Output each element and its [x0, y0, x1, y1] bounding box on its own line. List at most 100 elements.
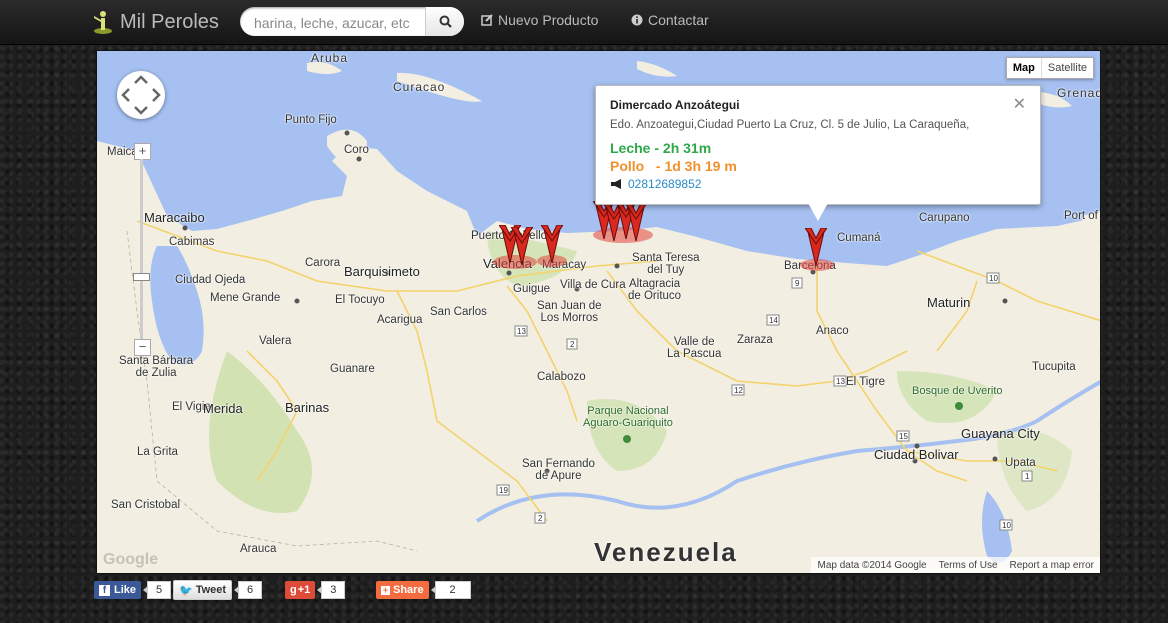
map-type-map-button[interactable]: Map	[1007, 58, 1042, 78]
map-label: San Fernando de Apure	[522, 458, 595, 482]
nav-nuevo-producto[interactable]: Nuevo Producto	[481, 12, 598, 28]
close-icon[interactable]: ✕	[1013, 94, 1026, 114]
map-label: Arauca	[240, 543, 277, 555]
share-label: Share	[393, 584, 424, 596]
share-icon: +	[381, 585, 390, 595]
map-label: Anaco	[816, 325, 849, 337]
map-label: Aruba	[311, 51, 349, 65]
map-label: Maracaibo	[144, 210, 205, 225]
search-icon	[439, 15, 452, 28]
googleplus-button[interactable]: g +1	[285, 581, 316, 599]
like-label: Like	[114, 584, 137, 596]
map-label: Cumaná	[837, 232, 881, 244]
share-button[interactable]: + Share	[376, 581, 429, 599]
facebook-icon: f	[99, 584, 110, 596]
search-input[interactable]	[252, 11, 416, 34]
map-attribution: Map data ©2014 Google	[817, 559, 927, 571]
map-label: Cabimas	[169, 236, 215, 248]
map-label: Guanare	[330, 363, 375, 375]
map-label: Calabozo	[537, 371, 586, 383]
google-logo: Google	[103, 551, 159, 568]
tweet-button[interactable]: 🐦 Tweet	[173, 580, 233, 600]
facebook-like-widget: f Like 5	[94, 580, 172, 600]
svg-text:14: 14	[769, 316, 778, 325]
nav-label: Contactar	[648, 12, 709, 28]
twitter-widget: 🐦 Tweet 6	[173, 580, 263, 600]
info-window-tail	[808, 203, 828, 221]
map-label: Merida	[203, 401, 243, 416]
map-label: Altagracia de Orituco	[628, 278, 682, 302]
brand-link[interactable]: Mil Peroles	[92, 8, 219, 36]
svg-text:13: 13	[517, 327, 526, 336]
map-label: Ciudad Ojeda	[175, 274, 246, 286]
svg-text:9: 9	[795, 279, 800, 288]
facebook-like-button[interactable]: f Like	[94, 581, 142, 599]
zoom-out-button[interactable]: −	[134, 339, 151, 356]
map-label: Zaraza	[737, 334, 773, 346]
svg-text:15: 15	[899, 432, 908, 441]
googleplus-widget: g +1 3	[285, 580, 346, 600]
map-label: San Cristobal	[111, 499, 181, 511]
map-label: Curacao	[393, 80, 446, 94]
svg-text:2: 2	[570, 340, 575, 349]
svg-text:10: 10	[989, 274, 998, 283]
brand-name: Mil Peroles	[120, 10, 219, 33]
map-label: Punto Fijo	[285, 114, 337, 126]
map-label: Villa de Cura	[560, 279, 626, 291]
info-window-product-pollo: Pollo - 1d 3h 19 m	[610, 158, 737, 174]
report-error-link[interactable]: Report a map error	[1010, 560, 1094, 571]
like-count: 5	[143, 581, 172, 599]
map-label: Port of	[1064, 210, 1098, 222]
map-label: La Grita	[137, 446, 178, 458]
map-label: Maturin	[927, 295, 971, 310]
info-icon	[631, 14, 643, 26]
map-label: San Carlos	[430, 306, 487, 318]
zoom-slider-thumb[interactable]	[133, 273, 150, 281]
map-label: Barinas	[285, 400, 330, 415]
pan-arrows-icon	[121, 75, 161, 115]
info-window-phone[interactable]: 02812689852	[610, 177, 701, 191]
zoom-track[interactable]	[140, 159, 143, 339]
map-label: Carora	[305, 257, 341, 269]
map-label: Ciudad Bolivar	[874, 447, 959, 462]
store-marker[interactable]	[511, 227, 533, 267]
map-label: Guigue	[513, 283, 551, 295]
info-window: ✕ Dimercado Anzoátegui Edo. Anzoategui,C…	[595, 85, 1041, 221]
map-label: Acarigua	[377, 314, 423, 326]
map-label: San Juan de Los Morros	[537, 300, 602, 324]
map-label: Carupano	[919, 212, 970, 224]
map[interactable]: 19 13 2 14 9 13 15 10 12 10 1 2 Aruba Cu…	[96, 50, 1101, 574]
map-label: Grenad	[1057, 86, 1101, 100]
map-label: Santa Teresa del Tuy	[632, 252, 700, 276]
map-label: Tucupita	[1032, 361, 1076, 373]
info-window-product-leche: Leche - 2h 31m	[610, 140, 712, 156]
googleplus-count: 3	[317, 581, 346, 599]
info-window-title: Dimercado Anzoátegui	[610, 98, 740, 112]
store-marker[interactable]	[625, 203, 647, 243]
googleplus-label: +1	[297, 584, 311, 596]
map-label: Valle de La Pascua	[667, 336, 722, 360]
megaphone-icon	[611, 179, 621, 189]
nav-contactar[interactable]: Contactar	[631, 12, 709, 28]
info-window-address: Edo. Anzoategui,Ciudad Puerto La Cruz, C…	[610, 119, 970, 131]
map-label: Upata	[1005, 457, 1036, 469]
map-type-control: Map Satellite	[1005, 57, 1094, 79]
pan-control[interactable]	[117, 71, 165, 119]
store-marker-selected[interactable]	[805, 228, 827, 268]
map-label: Bosque de Uverito	[912, 385, 1003, 397]
search-form	[240, 7, 464, 36]
svg-text:13: 13	[836, 377, 845, 386]
navbar: Mil Peroles Nuevo Producto Contactar	[0, 0, 1168, 45]
map-label: Barquisimeto	[344, 264, 420, 279]
map-label: Mene Grande	[210, 292, 281, 304]
map-type-satellite-button[interactable]: Satellite	[1042, 58, 1093, 78]
terms-link[interactable]: Terms of Use	[939, 560, 998, 571]
store-marker[interactable]	[541, 225, 563, 265]
share-widget: + Share 2	[376, 580, 471, 600]
search-button[interactable]	[425, 7, 464, 36]
tweet-label: Tweet	[195, 584, 227, 596]
svg-text:19: 19	[499, 486, 508, 495]
googleplus-icon: g	[290, 584, 297, 596]
zoom-in-button[interactable]: +	[134, 143, 151, 160]
svg-text:10: 10	[1002, 521, 1011, 530]
